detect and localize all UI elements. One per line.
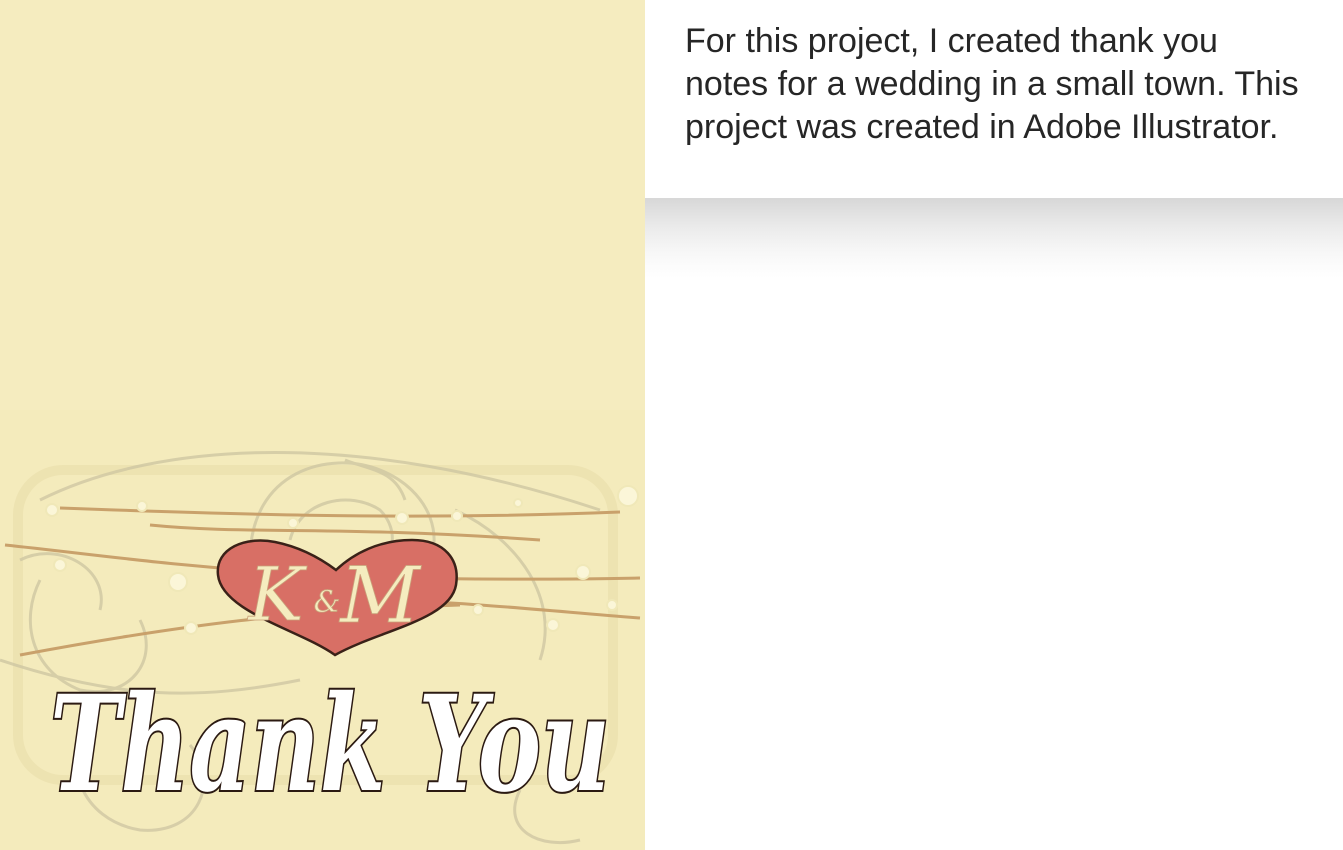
description-panel-shadow bbox=[645, 198, 1343, 278]
thank-you-heading: Thank You bbox=[50, 667, 610, 822]
monogram-initial-left: K bbox=[246, 552, 307, 638]
project-description-panel: For this project, I created thank you no… bbox=[645, 0, 1343, 198]
card-artwork: K & M Thank You bbox=[0, 410, 645, 850]
monogram-ampersand: & bbox=[314, 585, 341, 620]
monogram-initial-right: M bbox=[338, 551, 422, 641]
thank-you-card-image: K & M Thank You bbox=[0, 0, 645, 850]
project-description: For this project, I created thank you no… bbox=[685, 22, 1299, 146]
